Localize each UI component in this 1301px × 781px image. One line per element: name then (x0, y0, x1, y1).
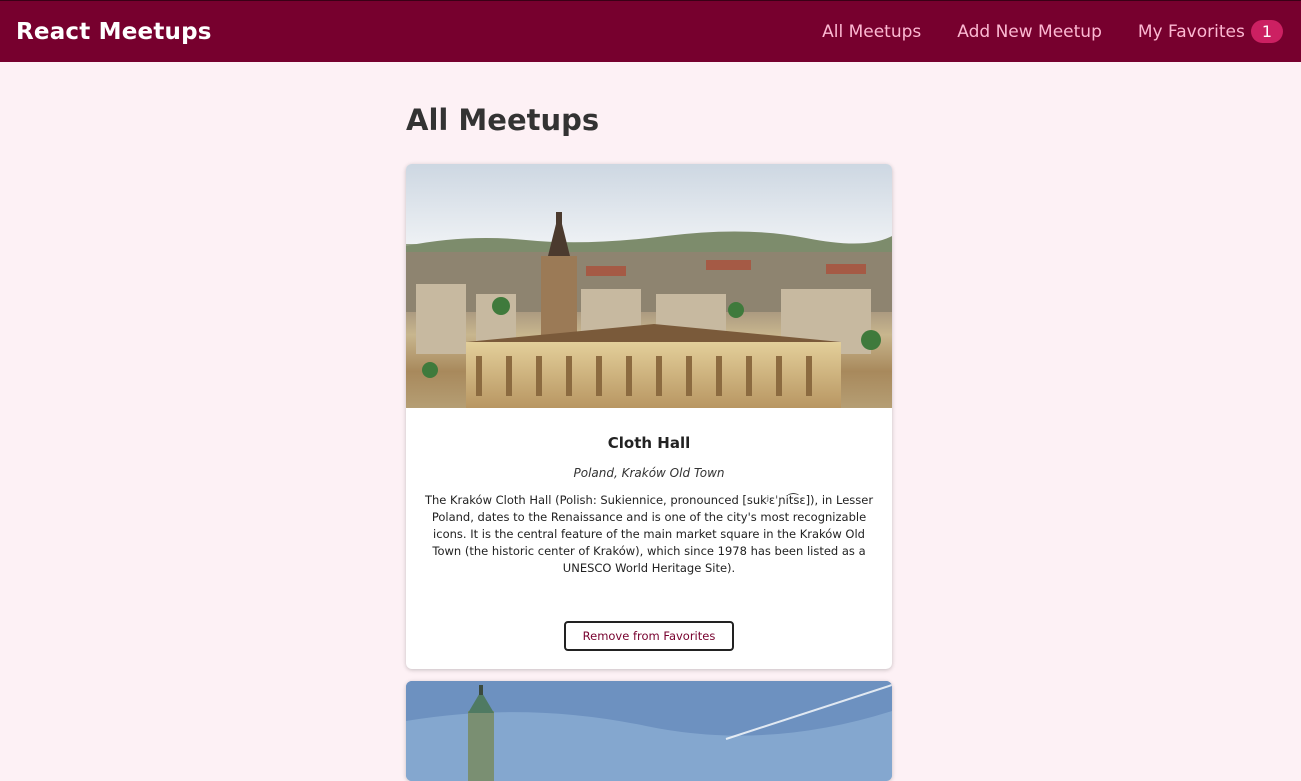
meetup-card-actions: Remove from Favorites (406, 577, 892, 669)
meetup-description: The Kraków Cloth Hall (Polish: Sukiennic… (424, 493, 874, 575)
meetup-image (406, 681, 892, 781)
nav-link-all-meetups[interactable]: All Meetups (822, 22, 921, 42)
main-content: All Meetups Cloth Hall Poland, Kraków Ol… (406, 62, 892, 781)
main-nav: All Meetups Add New Meetup My Favorites … (786, 1, 1283, 62)
top-navbar: React Meetups All Meetups Add New Meetup… (0, 0, 1301, 62)
page-title: All Meetups (406, 103, 600, 137)
nav-link-my-favorites[interactable]: My Favorites 1 (1138, 20, 1283, 43)
cloth-hall-photo (406, 164, 892, 408)
meetup-card (406, 681, 892, 781)
nav-link-add-new-meetup[interactable]: Add New Meetup (957, 22, 1102, 42)
remove-from-favorites-button[interactable]: Remove from Favorites (563, 621, 735, 651)
app-logo[interactable]: React Meetups (16, 19, 212, 45)
favorites-count-badge: 1 (1250, 20, 1283, 43)
meetup-card: Cloth Hall Poland, Kraków Old Town The K… (406, 164, 892, 669)
meetup-title: Cloth Hall (607, 434, 691, 452)
nav-link-my-favorites-label: My Favorites (1137, 21, 1245, 42)
meetup-image (406, 164, 892, 408)
meetup-photo (406, 681, 892, 781)
meetup-address: Poland, Kraków Old Town (573, 466, 725, 480)
meetup-card-content: Cloth Hall Poland, Kraków Old Town The K… (406, 408, 892, 577)
